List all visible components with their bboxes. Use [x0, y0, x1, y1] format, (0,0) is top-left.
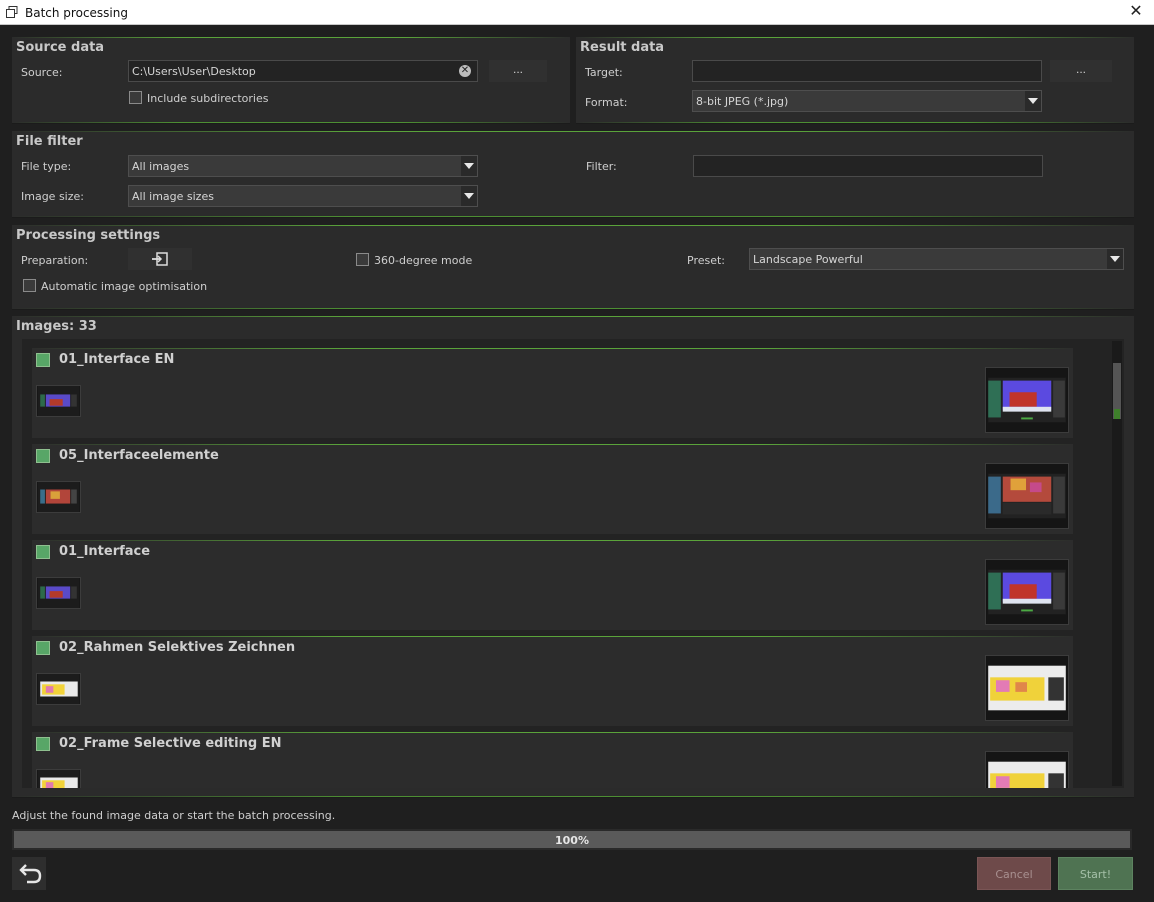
format-label: Format:	[585, 96, 628, 109]
image-checkbox[interactable]	[36, 545, 50, 559]
undo-button[interactable]	[12, 857, 46, 890]
title-bar: Batch processing ✕	[0, 0, 1154, 25]
list-scrollbar[interactable]	[1112, 341, 1122, 786]
preset-value: Landscape Powerful	[753, 253, 863, 266]
file-filter-heading: File filter	[16, 134, 83, 149]
format-value: 8-bit JPEG (*.jpg)	[696, 95, 789, 108]
file-type-value: All images	[132, 160, 190, 173]
file-type-label: File type:	[21, 160, 72, 173]
source-heading: Source data	[16, 40, 105, 55]
image-name: 02_Rahmen Selektives Zeichnen	[59, 640, 296, 655]
progress-bar: 100%	[12, 829, 1132, 850]
list-item[interactable]: 01_Interface EN	[32, 348, 1073, 438]
result-panel: Result data Target: ... Format: 8-bit JP…	[576, 37, 1134, 124]
filter-input[interactable]	[693, 155, 1043, 177]
preparation-button[interactable]	[128, 248, 192, 270]
chevron-down-icon	[461, 156, 477, 176]
image-thumbnail	[36, 673, 81, 705]
source-panel: Source data Source: C:\Users\User\Deskto…	[12, 37, 570, 124]
image-size-select[interactable]: All image sizes	[128, 185, 478, 207]
image-name: 01_Interface	[59, 544, 151, 559]
undo-icon	[19, 864, 42, 884]
image-checkbox[interactable]	[36, 641, 50, 655]
image-checkbox[interactable]	[36, 353, 50, 367]
images-heading: Images: 33	[16, 319, 97, 334]
image-name: 02_Frame Selective editing EN	[59, 736, 282, 751]
list-item[interactable]: 05_Interfaceelemente	[32, 444, 1073, 534]
source-label: Source:	[21, 66, 63, 79]
cancel-button[interactable]: Cancel	[977, 857, 1051, 890]
batch-icon	[6, 6, 18, 18]
image-list[interactable]: 01_Interface EN 05_Interfaceelemente 01_…	[22, 339, 1124, 788]
file-filter-panel: File filter File type: All images Image …	[12, 131, 1134, 218]
image-thumbnail	[36, 481, 81, 513]
auto-optimisation-label: Automatic image optimisation	[41, 280, 208, 293]
image-preview	[985, 463, 1069, 529]
close-icon[interactable]: ✕	[1122, 0, 1150, 25]
source-value: C:\Users\User\Desktop	[132, 65, 256, 78]
clear-icon[interactable]: ✕	[459, 65, 471, 77]
auto-optimisation-checkbox[interactable]	[23, 279, 36, 292]
start-button[interactable]: Start!	[1058, 857, 1133, 890]
filter-label: Filter:	[586, 160, 617, 173]
image-checkbox[interactable]	[36, 449, 50, 463]
list-item[interactable]: 02_Rahmen Selektives Zeichnen	[32, 636, 1073, 726]
target-browse-button[interactable]: ...	[1050, 60, 1112, 82]
window-title: Batch processing	[25, 6, 128, 20]
file-type-select[interactable]: All images	[128, 155, 478, 177]
list-item[interactable]: 01_Interface	[32, 540, 1073, 630]
image-thumbnail	[36, 769, 81, 788]
scrollbar-thumb[interactable]	[1113, 363, 1121, 419]
image-preview	[985, 655, 1069, 721]
image-size-value: All image sizes	[132, 190, 214, 203]
progress-text: 100%	[555, 834, 589, 847]
preset-label: Preset:	[687, 254, 726, 267]
result-heading: Result data	[580, 40, 665, 55]
image-name: 01_Interface EN	[59, 352, 175, 367]
image-checkbox[interactable]	[36, 737, 50, 751]
include-subdirectories-checkbox[interactable]	[129, 91, 142, 104]
list-item[interactable]: 02_Frame Selective editing EN	[32, 732, 1073, 788]
chevron-down-icon	[1025, 91, 1041, 111]
image-thumbnail	[36, 385, 81, 417]
image-name: 05_Interfaceelemente	[59, 448, 219, 463]
status-text: Adjust the found image data or start the…	[12, 809, 336, 822]
source-browse-button[interactable]: ...	[489, 60, 547, 82]
processing-heading: Processing settings	[16, 228, 161, 243]
preset-select[interactable]: Landscape Powerful	[749, 248, 1124, 270]
360-degree-mode-checkbox[interactable]	[356, 253, 369, 266]
preparation-label: Preparation:	[21, 254, 89, 267]
format-select[interactable]: 8-bit JPEG (*.jpg)	[692, 90, 1042, 112]
image-size-label: Image size:	[21, 190, 84, 203]
chevron-down-icon	[1107, 249, 1123, 269]
image-preview	[985, 559, 1069, 625]
360-degree-mode-label: 360-degree mode	[374, 254, 473, 267]
target-label: Target:	[585, 66, 623, 79]
chevron-down-icon	[461, 186, 477, 206]
image-preview	[985, 367, 1069, 433]
source-input[interactable]: C:\Users\User\Desktop ✕	[128, 60, 478, 82]
target-input[interactable]	[692, 60, 1042, 82]
processing-panel: Processing settings Preparation: 360-deg…	[12, 225, 1134, 310]
include-subdirectories-label: Include subdirectories	[147, 92, 269, 105]
image-thumbnail	[36, 577, 81, 609]
import-icon	[152, 252, 168, 266]
image-preview	[985, 751, 1069, 788]
